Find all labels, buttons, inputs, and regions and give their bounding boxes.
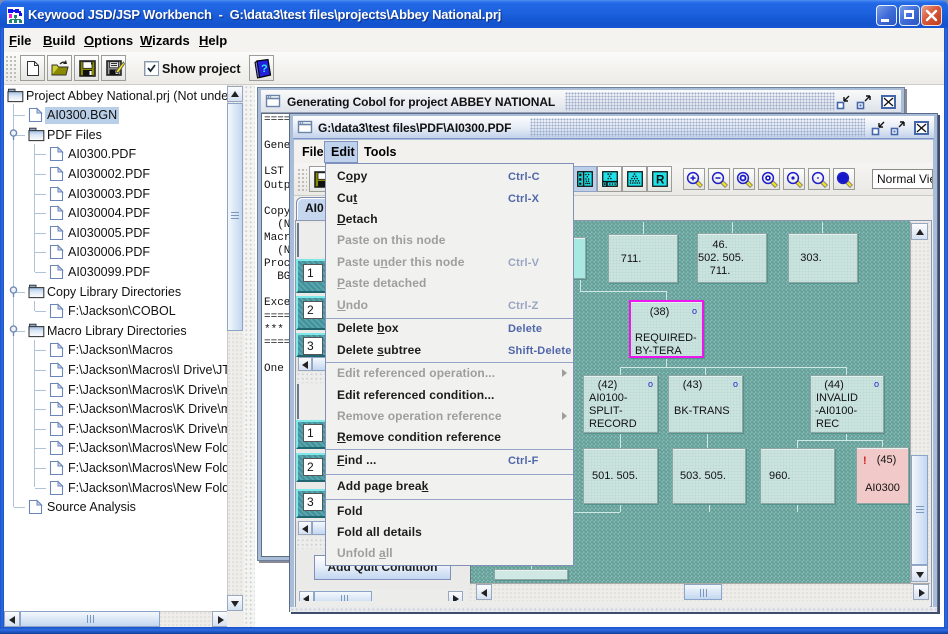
svg-text:R: R — [656, 174, 665, 186]
svg-text:?: ? — [261, 63, 268, 75]
